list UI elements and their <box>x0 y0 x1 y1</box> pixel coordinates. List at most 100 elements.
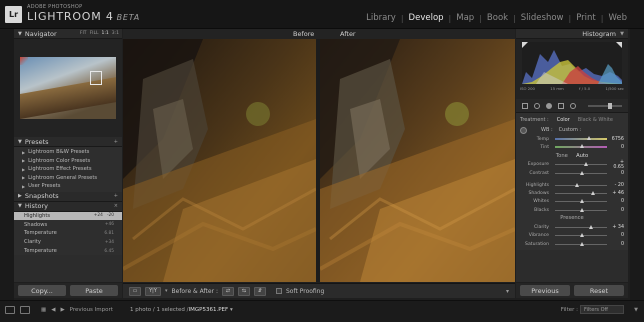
saturation-slider-knob[interactable] <box>579 241 584 246</box>
primary-window-icon[interactable] <box>5 306 15 314</box>
preset-folder[interactable]: ▶ User Presets <box>14 182 122 191</box>
whites-value[interactable]: 0 <box>610 199 624 204</box>
red-eye-icon[interactable] <box>546 102 552 109</box>
presets-header[interactable]: ▼ Presets + <box>14 137 122 147</box>
snapshots-header[interactable]: ▶ Snapshots + <box>14 191 122 202</box>
preset-folder[interactable]: ▶ Lightroom General Presets <box>14 174 122 183</box>
exposure-slider[interactable] <box>555 162 607 167</box>
shadows-slider-knob[interactable] <box>591 191 596 196</box>
module-library[interactable]: Library <box>361 13 401 23</box>
copy-button[interactable]: Copy... <box>18 285 66 296</box>
left-edge-toggle[interactable] <box>0 29 14 302</box>
module-web[interactable]: Web <box>603 13 632 23</box>
soft-proofing-checkbox[interactable] <box>275 288 282 294</box>
history-item[interactable]: Clarity +34 <box>14 238 122 247</box>
after-photo[interactable] <box>320 39 515 282</box>
highlights-value[interactable]: - 20 <box>610 183 624 188</box>
copy-before-to-after-icon[interactable]: ⇄ <box>221 286 234 296</box>
exposure-slider-knob[interactable] <box>584 162 589 167</box>
right-edge-toggle[interactable] <box>630 29 644 302</box>
back-arrow-icon[interactable]: ◀ <box>51 307 55 313</box>
preset-folder[interactable]: ▶ Lightroom B&W Presets <box>14 148 122 157</box>
view-dropdown-icon[interactable]: ▾ <box>165 288 168 294</box>
whites-slider-knob[interactable] <box>579 199 584 204</box>
loupe-view-icon[interactable]: ▭ <box>129 286 141 296</box>
contrast-slider[interactable] <box>555 170 607 175</box>
spot-removal-icon[interactable] <box>534 102 540 109</box>
highlights-slider-knob[interactable] <box>574 182 579 187</box>
treatment-color-option[interactable]: Color <box>557 117 570 123</box>
add-preset-icon[interactable]: + <box>114 139 118 145</box>
preset-folder[interactable]: ▶ Lightroom Effect Presets <box>14 165 122 174</box>
filter-select[interactable]: Filters Off <box>580 305 624 314</box>
clear-history-icon[interactable]: × <box>114 203 118 209</box>
preset-folder[interactable]: ▶ Lightroom Color Presets <box>14 157 122 166</box>
current-filename[interactable]: IMGP5361.PEF <box>189 307 229 313</box>
graduated-filter-icon[interactable] <box>558 102 564 109</box>
history-header[interactable]: ▼ History × <box>14 201 122 212</box>
vibrance-value[interactable]: 0 <box>610 233 624 238</box>
module-slideshow[interactable]: Slideshow <box>516 13 569 23</box>
history-item[interactable]: Temperature 6.81 <box>14 229 122 238</box>
adjustment-brush-icon[interactable] <box>570 102 576 109</box>
reset-button[interactable]: Reset <box>574 285 624 296</box>
add-snapshot-icon[interactable]: + <box>114 193 118 199</box>
module-map[interactable]: Map <box>451 13 479 23</box>
temp-slider[interactable] <box>555 136 607 141</box>
white-balance-dropper-icon[interactable] <box>520 126 527 134</box>
shadows-value[interactable]: + 46 <box>610 191 624 196</box>
copy-after-to-before-icon[interactable]: ⇆ <box>237 286 250 296</box>
contrast-value[interactable]: 0 <box>610 171 624 176</box>
toolbar-menu-icon[interactable]: ▾ <box>506 288 509 295</box>
forward-arrow-icon[interactable]: ▶ <box>60 307 64 313</box>
history-item[interactable]: Temperature 6.45 <box>14 247 122 256</box>
navigator-header[interactable]: ▼ Navigator FIT FILL 1:1 3:1 <box>14 29 122 39</box>
before-after-view-button[interactable]: Y|Y <box>145 286 161 296</box>
tint-slider-knob[interactable] <box>579 144 584 149</box>
treatment-bw-option[interactable]: Black & White <box>578 117 613 123</box>
module-book[interactable]: Book <box>482 13 513 23</box>
zoom-3-1[interactable]: 3:1 <box>112 31 119 36</box>
zoom-fill[interactable]: FILL <box>90 31 99 36</box>
temp-value[interactable]: 6756 <box>610 137 624 142</box>
tint-value[interactable]: 0 <box>610 145 624 150</box>
navigator-thumbnail[interactable] <box>20 57 116 119</box>
previous-button[interactable]: Previous <box>520 285 570 296</box>
swap-before-after-icon[interactable]: ⇵ <box>253 286 266 296</box>
tool-amount-slider[interactable] <box>588 102 622 109</box>
saturation-value[interactable]: 0 <box>610 242 624 247</box>
saturation-slider[interactable] <box>555 241 607 246</box>
clarity-slider-knob[interactable] <box>589 225 594 230</box>
paste-button[interactable]: Paste <box>70 285 118 296</box>
contrast-slider-knob[interactable] <box>579 170 584 175</box>
zoom-fit[interactable]: FIT <box>80 31 87 36</box>
navigator-preview[interactable] <box>14 39 122 137</box>
blacks-slider[interactable] <box>555 207 607 212</box>
temp-slider-knob[interactable] <box>587 136 592 141</box>
history-item[interactable]: Highlights +24 -20 <box>14 211 122 221</box>
crop-tool-icon[interactable] <box>522 102 528 109</box>
histogram-header[interactable]: Histogram ▼ <box>516 29 628 39</box>
clarity-slider[interactable] <box>555 225 607 230</box>
highlights-slider[interactable] <box>555 182 607 187</box>
shadows-slider[interactable] <box>555 191 607 196</box>
filmstrip-toggle-icon[interactable]: ▼ <box>634 307 638 313</box>
module-develop[interactable]: Develop <box>404 13 449 23</box>
vibrance-slider-knob[interactable] <box>579 233 584 238</box>
before-photo[interactable] <box>123 39 316 282</box>
blacks-value[interactable]: 0 <box>610 208 624 213</box>
navigator-view-frame[interactable] <box>90 71 102 85</box>
histogram[interactable]: ISO 200 15 mm f / 5.0 1/500 sec <box>516 39 628 99</box>
vibrance-slider[interactable] <box>555 233 607 238</box>
blacks-slider-knob[interactable] <box>579 207 584 212</box>
wb-select[interactable]: Custom : <box>559 127 581 133</box>
history-item[interactable]: Shadows +46 <box>14 220 122 229</box>
exposure-value[interactable]: + 0.65 <box>610 160 624 170</box>
secondary-window-icon[interactable] <box>20 306 30 314</box>
auto-tone-button[interactable]: Auto <box>576 153 588 159</box>
grid-view-icon[interactable]: ▦ <box>41 307 46 313</box>
tint-slider[interactable] <box>555 144 607 149</box>
clarity-value[interactable]: + 34 <box>610 225 624 230</box>
filename-dropdown-icon[interactable]: ▾ <box>230 307 233 313</box>
module-print[interactable]: Print <box>571 13 601 23</box>
